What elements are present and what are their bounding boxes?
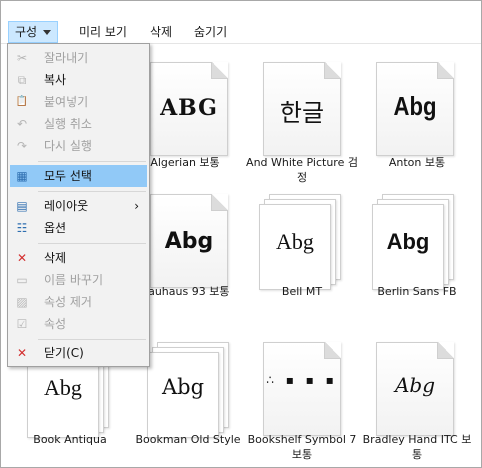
font-page: Abg: [147, 352, 219, 438]
menu-item-delete[interactable]: ✕ 삭제: [10, 247, 147, 269]
organize-label: 구성: [15, 25, 38, 39]
font-thumbnail: Abg: [147, 342, 231, 438]
chevron-right-icon: ›: [134, 199, 139, 213]
page-fold: [211, 194, 228, 211]
menu-separator: [38, 243, 146, 244]
font-page: Abg: [372, 204, 444, 290]
menu-item-label: 닫기(C): [44, 346, 84, 360]
menu-item-undo[interactable]: ↶ 실행 취소: [10, 113, 147, 135]
menu-item-properties[interactable]: ☑ 속성: [10, 313, 147, 335]
organize-menu: ✂ 잘라내기 ⧉ 복사 📋 붙여넣기 ↶ 실행 취소 ↷ 다시 실행 ▦ 모두 선택 ▤ 레이…: [7, 43, 150, 367]
menu-separator: [38, 339, 146, 340]
font-thumbnail: Abg: [372, 62, 456, 156]
menu-item-select-all[interactable]: ▦ 모두 선택: [10, 165, 147, 187]
font-page: ∴ ▪ ▪ ▪: [263, 342, 341, 436]
font-name: Bookman Old Style: [135, 433, 241, 446]
delete-x-icon: ✕: [16, 251, 28, 265]
font-thumbnail: Abg: [372, 194, 456, 290]
menu-item-redo[interactable]: ↷ 다시 실행: [10, 135, 147, 157]
layout-icon: ▤: [16, 199, 28, 213]
menu-item-label: 다시 실행: [44, 139, 92, 153]
font-sample: 한글: [279, 99, 325, 127]
menu-item-label: 붙여넣기: [44, 95, 89, 109]
redo-icon: ↷: [16, 139, 28, 153]
font-explorer-window: 구성 미리 보기 삭제 숨기기 ABG Algerian 보통 한글 And W…: [0, 0, 482, 468]
command-bar: 구성 미리 보기 삭제 숨기기: [1, 1, 481, 43]
select-all-icon: ▦: [16, 169, 28, 183]
font-name: Berlin Sans FB: [377, 285, 457, 298]
delete-button[interactable]: 삭제: [144, 21, 178, 43]
font-sample: Abg: [44, 375, 82, 400]
font-page: Abg: [376, 62, 454, 156]
menu-item-label: 복사: [44, 73, 67, 87]
page-fold: [324, 62, 341, 79]
menu-item-label: 옵션: [44, 221, 67, 235]
font-thumbnail: Abg: [259, 194, 343, 290]
font-sample: Abg: [276, 229, 314, 254]
remove-properties-icon: ▨: [16, 295, 28, 309]
font-page: 한글: [263, 62, 341, 156]
menu-separator: [38, 161, 146, 162]
menu-item-label: 실행 취소: [44, 117, 92, 131]
font-name: Bradley Hand ITC 보통: [362, 433, 472, 461]
font-thumbnail: 한글: [259, 62, 343, 156]
font-page: ABG: [150, 62, 228, 156]
menu-item-label: 속성: [44, 317, 67, 331]
copy-icon: ⧉: [17, 73, 27, 87]
font-sample: Abg: [161, 375, 205, 399]
properties-icon: ☑: [16, 317, 28, 331]
menu-item-paste[interactable]: 📋 붙여넣기: [10, 91, 147, 113]
menu-item-copy[interactable]: ⧉ 복사: [10, 69, 147, 91]
menu-item-label: 삭제: [44, 251, 67, 265]
menu-separator: [38, 191, 146, 192]
font-thumbnail: Abg: [146, 194, 230, 288]
close-x-icon: ✕: [16, 346, 28, 360]
font-page: Abg: [259, 204, 331, 290]
menu-item-label: 이름 바꾸기: [44, 273, 104, 287]
menu-item-rename[interactable]: ▭ 이름 바꾸기: [10, 269, 147, 291]
menu-item-layout[interactable]: ▤ 레이아웃 ›: [10, 195, 147, 217]
page-fold: [211, 62, 228, 79]
font-name: And White Picture 검정: [246, 156, 358, 184]
page-fold: [437, 342, 454, 359]
undo-icon: ↶: [16, 117, 28, 131]
font-sample: Abg: [386, 229, 430, 254]
font-name: Bell MT: [281, 285, 323, 298]
hide-button[interactable]: 숨기기: [188, 21, 233, 43]
font-thumbnail: Abg: [372, 342, 456, 436]
menu-item-remove-properties[interactable]: ▨ 속성 제거: [10, 291, 147, 313]
options-icon: ☷: [16, 221, 28, 235]
menu-item-label: 모두 선택: [44, 169, 92, 183]
page-fold: [437, 62, 454, 79]
page-fold: [324, 342, 341, 359]
font-page: Abg: [150, 194, 228, 288]
scissors-icon: ✂: [16, 51, 28, 65]
font-name: Anton 보통: [388, 156, 446, 169]
menu-item-close[interactable]: ✕ 닫기(C): [10, 342, 147, 364]
font-thumbnail: ∴ ▪ ▪ ▪: [259, 342, 343, 436]
menu-item-label: 레이아웃: [44, 199, 89, 213]
preview-button[interactable]: 미리 보기: [73, 21, 133, 43]
paste-icon: 📋: [15, 96, 29, 107]
menu-item-cut[interactable]: ✂ 잘라내기: [10, 47, 147, 69]
font-sample: Abg: [394, 373, 436, 397]
font-sample: Abg: [393, 91, 437, 121]
font-sample: ∴ ▪ ▪ ▪: [266, 373, 338, 387]
rename-icon: ▭: [16, 273, 28, 287]
font-name: Book Antiqua: [33, 433, 107, 446]
menu-item-options[interactable]: ☷ 옵션: [10, 217, 147, 239]
chevron-down-icon: [43, 30, 52, 35]
organize-button[interactable]: 구성: [8, 21, 59, 43]
font-name: Bookshelf Symbol 7 보통: [247, 433, 357, 461]
font-page: Abg: [376, 342, 454, 436]
menu-item-label: 잘라내기: [44, 51, 89, 65]
font-thumbnail: ABG: [146, 62, 230, 156]
font-sample: Abg: [164, 229, 214, 254]
menu-item-label: 속성 제거: [44, 295, 92, 309]
font-sample: ABG: [160, 95, 218, 121]
